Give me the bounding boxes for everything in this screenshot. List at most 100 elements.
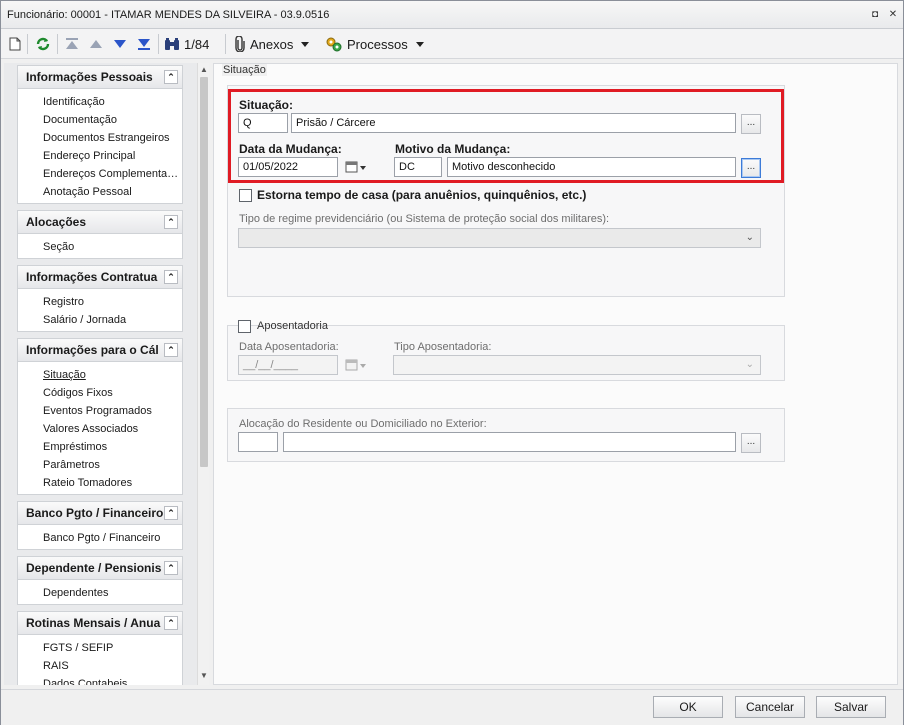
ok-button[interactable]: OK xyxy=(653,696,723,718)
chevron-down-icon xyxy=(301,41,310,47)
refresh-icon xyxy=(36,37,50,51)
section-header[interactable]: Alocações ⌃ xyxy=(17,210,183,234)
sidebar-item-documentos-estrangeiros[interactable]: Documentos Estrangeiros xyxy=(43,129,182,147)
section-header[interactable]: Informações para o Cál ⌃ xyxy=(17,338,183,362)
main-window: Funcionário: 00001 - ITAMAR MENDES DA SI… xyxy=(0,0,904,725)
sidebar: Informações Pessoais ⌃ Identificação Docu… xyxy=(4,63,209,685)
sidebar-item-enderecos-complementares[interactable]: Endereços Complementa… xyxy=(43,165,182,183)
close-button[interactable]: ✕ xyxy=(887,9,899,21)
collapse-icon[interactable]: ⌃ xyxy=(164,70,178,84)
gears-icon xyxy=(326,37,342,52)
section-title: Alocações xyxy=(26,215,87,229)
sidebar-item-rais[interactable]: RAIS xyxy=(43,657,182,675)
sidebar-scrollbar[interactable]: ▲ ▼ xyxy=(197,63,209,685)
sidebar-item-dependentes[interactable]: Dependentes xyxy=(43,584,182,602)
section-title: Rotinas Mensais / Anua xyxy=(26,616,161,630)
scroll-down-icon[interactable]: ▼ xyxy=(200,671,208,680)
tipo-aposentadoria-select[interactable]: ⌄ xyxy=(393,355,761,375)
section-title: Informações Contratua xyxy=(26,270,158,284)
section-header[interactable]: Dependente / Pensionis ⌃ xyxy=(17,556,183,580)
previous-record-button[interactable] xyxy=(89,35,103,53)
section-header[interactable]: Rotinas Mensais / Anua ⌃ xyxy=(17,611,183,635)
sidebar-item-banco-pgto-financeiro[interactable]: Banco Pgto / Financeiro xyxy=(43,529,182,547)
regime-label: Tipo de regime previdenciário (ou Sistem… xyxy=(239,213,610,225)
alocacao-description-input[interactable] xyxy=(283,432,736,452)
section-title: Informações Pessoais xyxy=(26,70,153,84)
window-title: Funcionário: 00001 - ITAMAR MENDES DA SI… xyxy=(7,9,330,21)
last-record-icon xyxy=(138,39,150,50)
sidebar-item-salario-jornada[interactable]: Salário / Jornada xyxy=(43,311,182,329)
collapse-icon[interactable]: ⌃ xyxy=(164,343,178,357)
toolbar: 1/84 Anexos Processos xyxy=(1,29,903,59)
group-title: Situação xyxy=(222,64,267,76)
refresh-button[interactable] xyxy=(35,35,51,53)
section-header[interactable]: Banco Pgto / Financeiro ⌃ xyxy=(17,501,183,525)
estorna-checkbox[interactable] xyxy=(239,189,252,202)
alocacao-code-input[interactable] xyxy=(238,432,278,452)
anexos-label: Anexos xyxy=(250,36,294,52)
data-aposentadoria-calendar-button[interactable] xyxy=(341,355,371,375)
sidebar-item-documentacao[interactable]: Documentação xyxy=(43,111,182,129)
sidebar-item-eventos-programados[interactable]: Eventos Programados xyxy=(43,402,182,420)
sidebar-item-situacao[interactable]: Situação xyxy=(43,366,182,384)
save-button[interactable]: Salvar xyxy=(816,696,886,718)
sidebar-item-parametros[interactable]: Parâmetros xyxy=(43,456,182,474)
aposentadoria-label: Aposentadoria xyxy=(257,320,328,332)
data-aposentadoria-input[interactable]: __/__/____ xyxy=(238,355,338,375)
section-title: Banco Pgto / Financeiro xyxy=(26,506,164,520)
record-counter: 1/84 xyxy=(184,36,210,52)
collapse-icon[interactable]: ⌃ xyxy=(164,616,178,630)
collapse-icon[interactable]: ⌃ xyxy=(164,270,178,284)
sidebar-section-rotinas-mensais: Rotinas Mensais / Anua ⌃ FGTS / SEFIP RAI… xyxy=(17,611,183,685)
sidebar-item-dados-contabeis[interactable]: Dados Contabeis xyxy=(43,675,182,685)
next-record-button[interactable] xyxy=(113,35,127,53)
chevron-down-icon: ⌄ xyxy=(745,232,754,243)
section-header[interactable]: Informações Contratua ⌃ xyxy=(17,265,183,289)
search-button[interactable]: 1/84 xyxy=(164,35,209,53)
sidebar-section-banco-pgto: Banco Pgto / Financeiro ⌃ Banco Pgto / Fi… xyxy=(17,501,183,550)
sidebar-item-endereco-principal[interactable]: Endereço Principal xyxy=(43,147,182,165)
first-record-icon xyxy=(66,38,78,49)
sidebar-item-identificacao[interactable]: Identificação xyxy=(43,93,182,111)
paperclip-icon xyxy=(235,36,245,52)
section-title: Informações para o Cál xyxy=(26,343,159,357)
title-bar: Funcionário: 00001 - ITAMAR MENDES DA SI… xyxy=(1,1,903,29)
processos-menu[interactable]: Processos xyxy=(325,35,424,53)
sidebar-item-valores-associados[interactable]: Valores Associados xyxy=(43,420,182,438)
sidebar-section-informacoes-calculo: Informações para o Cál ⌃ Situação Códigos… xyxy=(17,338,183,495)
sidebar-item-registro[interactable]: Registro xyxy=(43,293,182,311)
scroll-up-icon[interactable]: ▲ xyxy=(200,65,208,74)
section-title: Dependente / Pensionis xyxy=(26,561,162,575)
collapse-icon[interactable]: ⌃ xyxy=(164,561,178,575)
section-header[interactable]: Informações Pessoais ⌃ xyxy=(17,65,183,89)
processos-label: Processos xyxy=(347,36,408,52)
data-aposentadoria-label: Data Aposentadoria: xyxy=(239,341,339,353)
sidebar-section-alocacoes: Alocações ⌃ Seção xyxy=(17,210,183,259)
footer: OK Cancelar Salvar xyxy=(1,689,903,725)
last-record-button[interactable] xyxy=(137,35,151,53)
tipo-aposentadoria-label: Tipo Aposentadoria: xyxy=(394,341,492,353)
sidebar-item-secao[interactable]: Seção xyxy=(43,238,182,256)
cancel-button[interactable]: Cancelar xyxy=(735,696,805,718)
collapse-icon[interactable]: ⌃ xyxy=(164,506,178,520)
arrow-up-icon xyxy=(90,40,102,48)
sidebar-item-emprestimos[interactable]: Empréstimos xyxy=(43,438,182,456)
sidebar-item-fgts-sefip[interactable]: FGTS / SEFIP xyxy=(43,639,182,657)
first-record-button[interactable] xyxy=(65,35,79,53)
alocacao-lookup-button[interactable]: ... xyxy=(741,433,761,453)
sidebar-item-rateio-tomadores[interactable]: Rateio Tomadores xyxy=(43,474,182,492)
chevron-down-icon: ⌄ xyxy=(745,359,754,370)
restore-button[interactable]: ◘ xyxy=(869,9,881,21)
highlight-box xyxy=(228,89,784,183)
regime-select[interactable]: ⌄ xyxy=(238,228,761,248)
scrollbar-thumb[interactable] xyxy=(200,77,208,467)
collapse-icon[interactable]: ⌃ xyxy=(164,215,178,229)
aposentadoria-checkbox[interactable] xyxy=(238,320,251,333)
sidebar-item-codigos-fixos[interactable]: Códigos Fixos xyxy=(43,384,182,402)
chevron-down-icon xyxy=(415,41,424,47)
alocacao-label: Alocação do Residente ou Domiciliado no … xyxy=(239,418,487,430)
sidebar-item-anotacao-pessoal[interactable]: Anotação Pessoal xyxy=(43,183,182,201)
new-record-button[interactable] xyxy=(9,35,21,53)
anexos-menu[interactable]: Anexos xyxy=(234,35,310,53)
arrow-down-icon xyxy=(114,40,126,48)
